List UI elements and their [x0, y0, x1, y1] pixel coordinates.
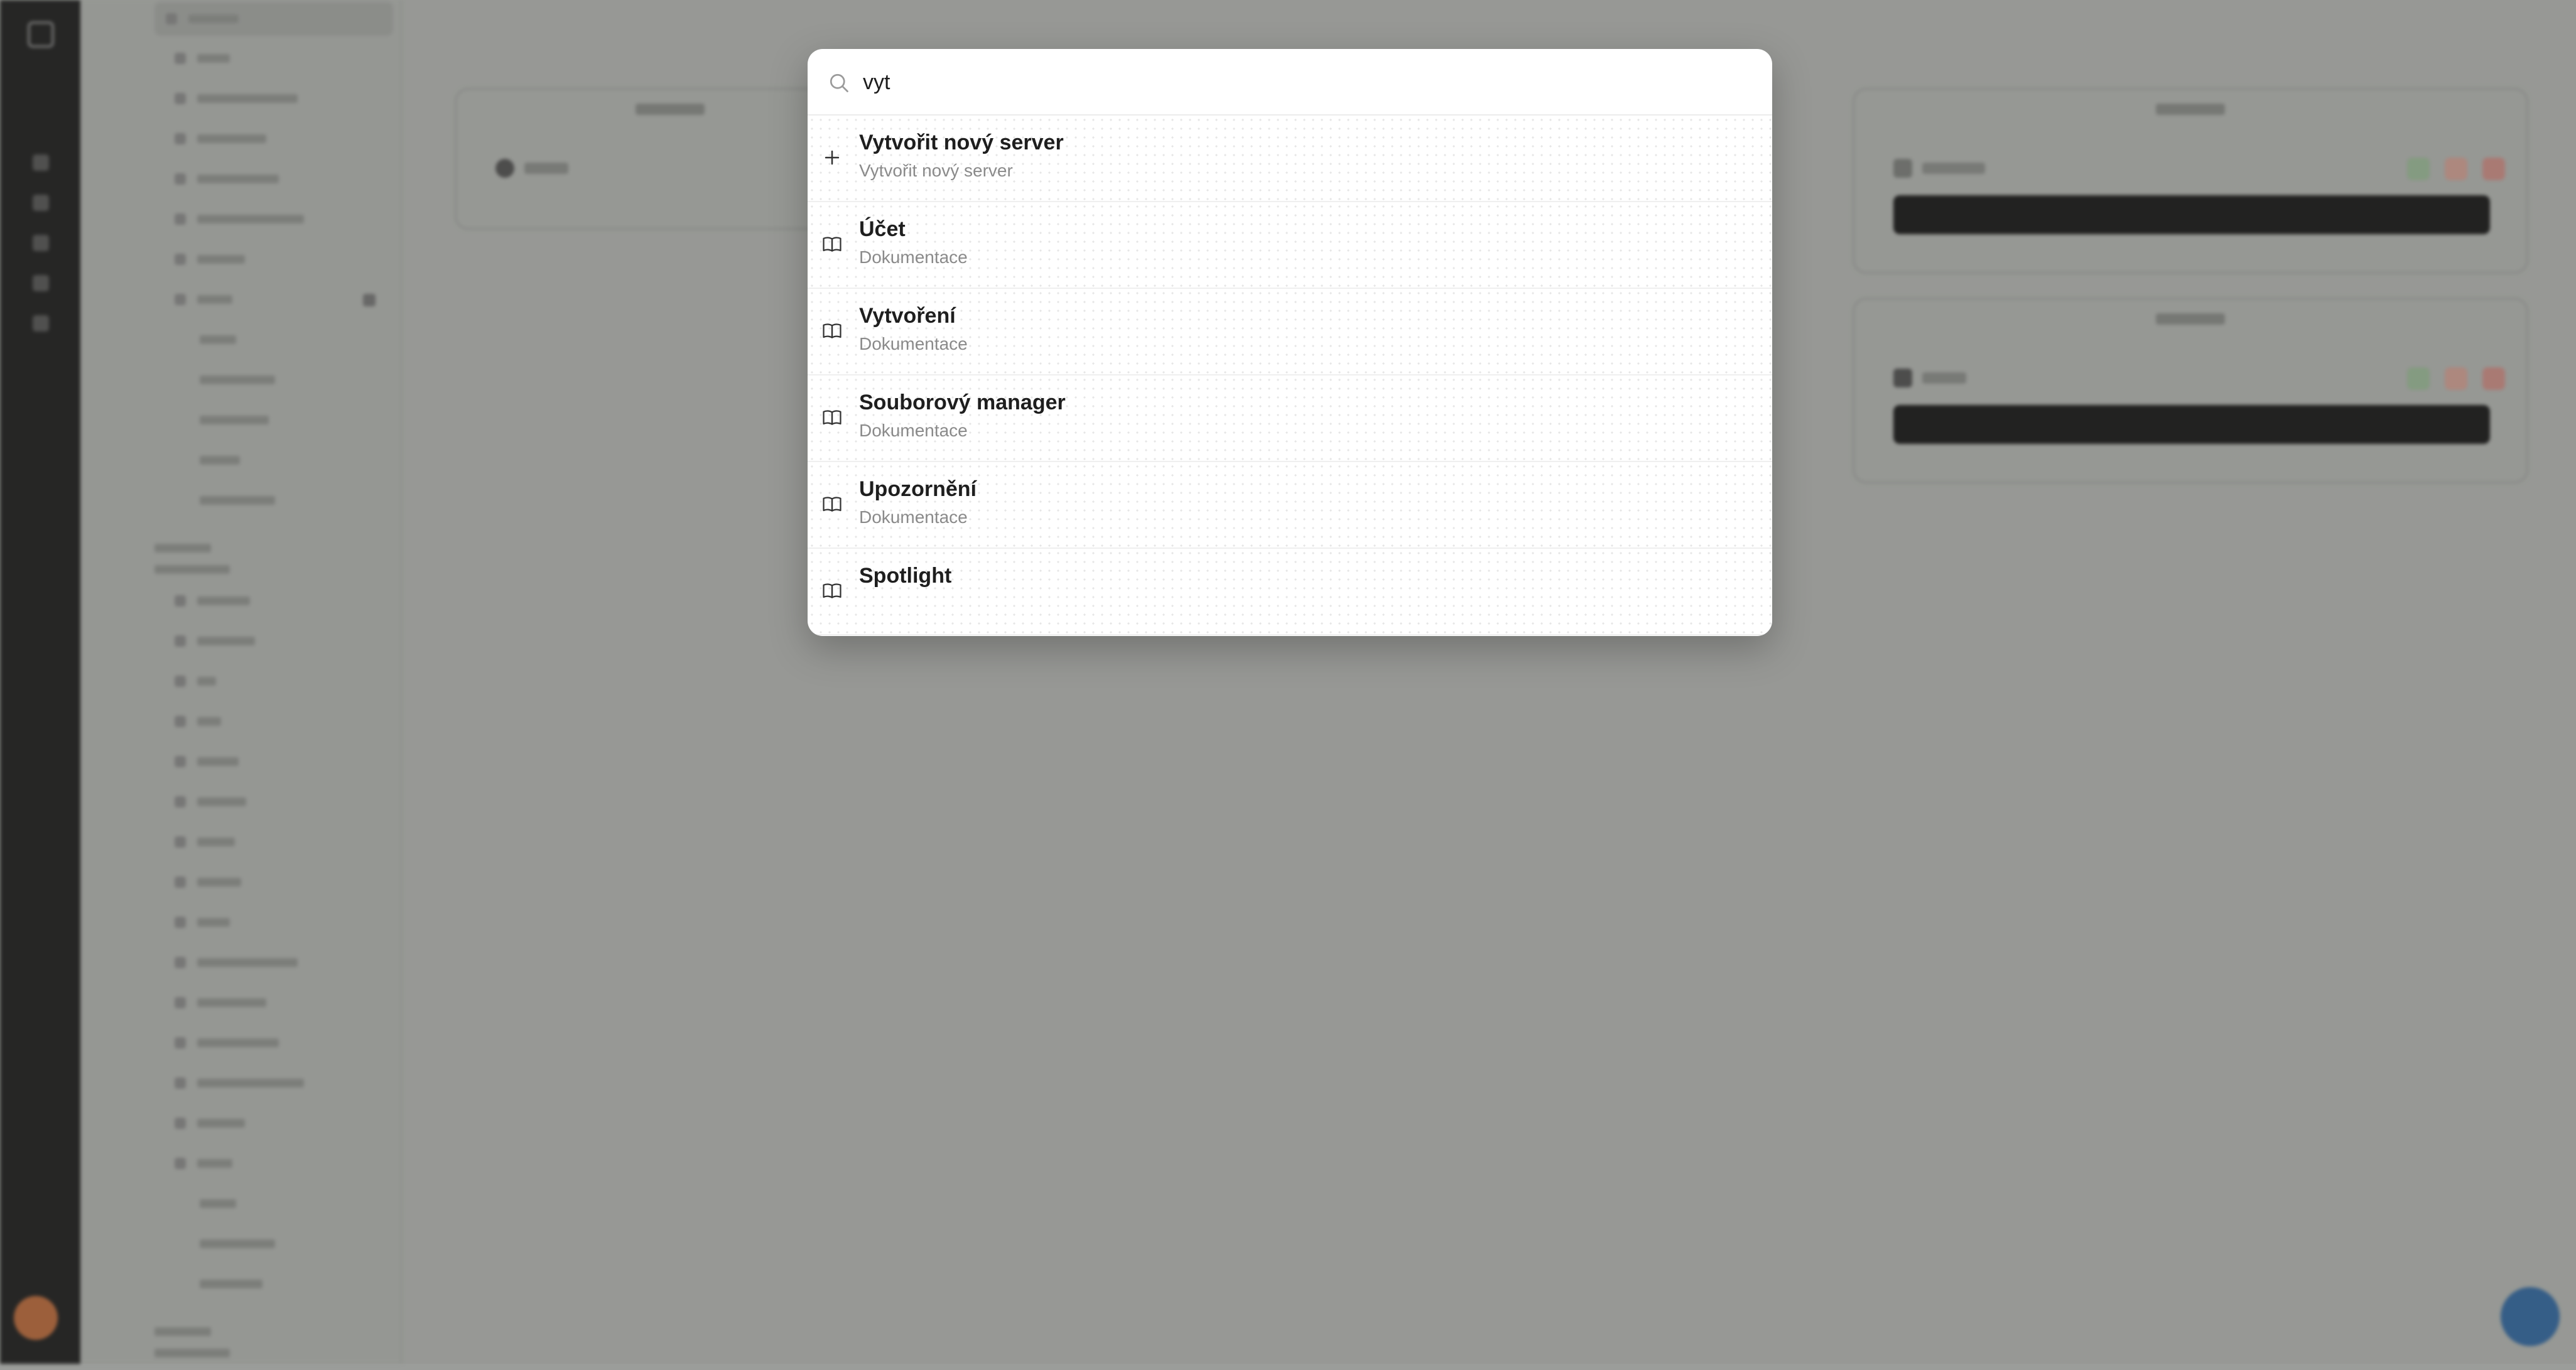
result-subtitle: Dokumentace: [859, 334, 968, 353]
result-title: Spotlight: [859, 564, 952, 588]
result-title: Účet: [859, 217, 906, 241]
book-icon: [821, 234, 843, 255]
plus-icon: [821, 147, 843, 168]
book-icon: [821, 580, 843, 601]
search-input[interactable]: [862, 64, 1743, 100]
search-icon: [830, 73, 848, 92]
result-subtitle: Dokumentace: [859, 421, 968, 440]
result-title: Souborový manager: [859, 391, 1066, 414]
search-bar: [808, 49, 1772, 116]
result-item[interactable]: Účet Dokumentace: [808, 202, 1772, 289]
book-icon: [821, 320, 843, 342]
result-item[interactable]: Vytvořit nový server Vytvořit nový server: [808, 116, 1772, 202]
result-item[interactable]: Upozornění Dokumentace: [808, 462, 1772, 549]
result-title: Vytvoření: [859, 304, 956, 328]
result-item[interactable]: Vytvoření Dokumentace: [808, 289, 1772, 375]
result-subtitle: Vytvořit nový server: [859, 161, 1013, 180]
result-subtitle: Dokumentace: [859, 507, 968, 527]
result-title: Vytvořit nový server: [859, 131, 1064, 154]
result-title: Upozornění: [859, 477, 977, 501]
book-icon: [821, 407, 843, 428]
results-list: Vytvořit nový server Vytvořit nový server…: [808, 116, 1772, 636]
result-item[interactable]: Spotlight: [808, 549, 1772, 635]
book-icon: [821, 494, 843, 515]
result-subtitle: Dokumentace: [859, 247, 968, 267]
result-item[interactable]: Souborový manager Dokumentace: [808, 375, 1772, 462]
command-palette: Vytvořit nový serverVytvořit nový server…: [808, 49, 1772, 636]
